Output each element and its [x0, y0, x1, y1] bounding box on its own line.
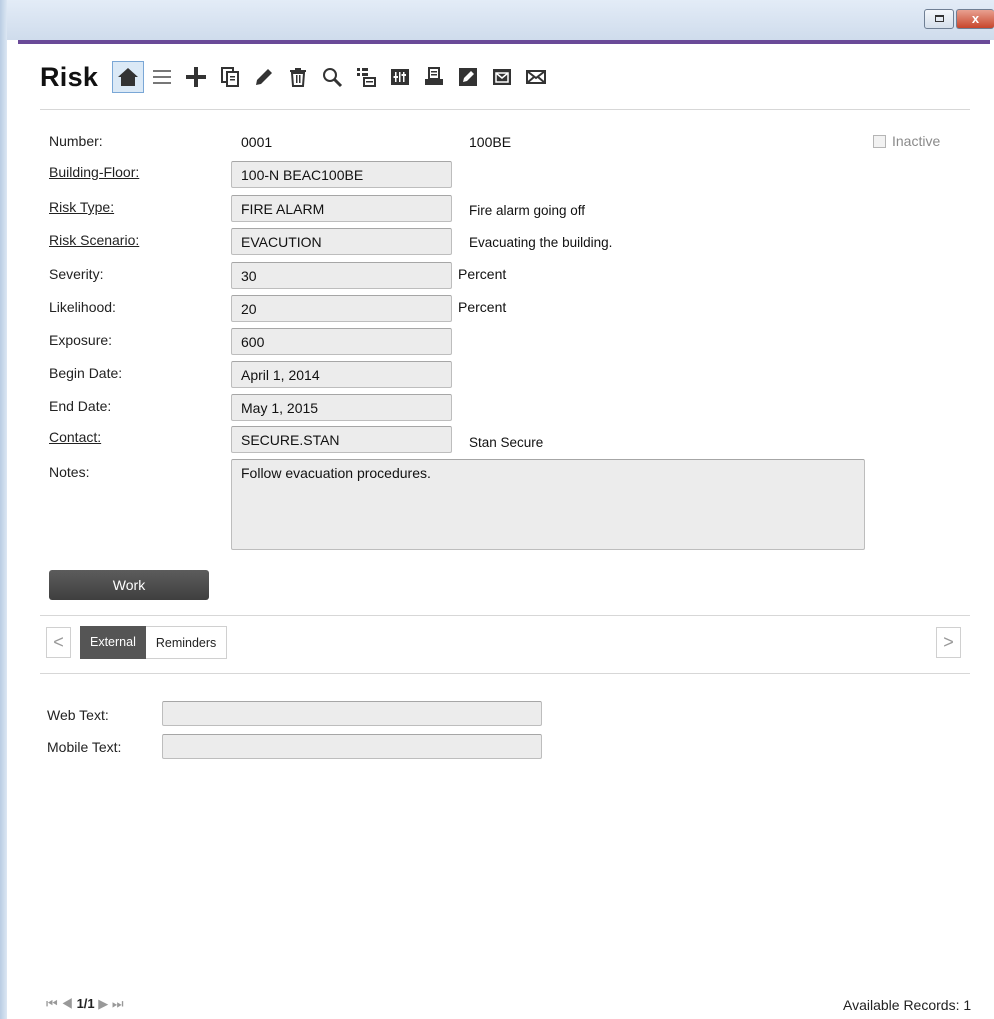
begin-date-field[interactable]: April 1, 2014	[231, 361, 452, 388]
contact-link[interactable]: Contact:	[49, 429, 101, 445]
exposure-field[interactable]: 600	[231, 328, 452, 355]
exposure-label: Exposure:	[49, 332, 113, 348]
risk-scenario-description: Evacuating the building.	[469, 235, 613, 250]
tabs-next-button[interactable]: >	[936, 627, 961, 658]
form-divider	[40, 615, 970, 616]
severity-label: Severity:	[49, 266, 104, 282]
number-value: 0001	[241, 134, 273, 150]
tab-strip: External Reminders	[80, 626, 228, 659]
filter-icon	[391, 69, 410, 85]
building-floor-field[interactable]: 100-N BEAC100BE	[231, 161, 452, 188]
prev-record-icon[interactable]: ◀	[61, 996, 73, 1011]
number-label: Number:	[49, 133, 103, 149]
risk-scenario-link[interactable]: Risk Scenario:	[49, 232, 139, 248]
window-titlebar: x	[7, 0, 994, 40]
edit-button[interactable]	[248, 61, 280, 93]
severity-field[interactable]: 30	[231, 262, 452, 289]
inactive-label: Inactive	[892, 133, 941, 149]
add-icon	[186, 67, 207, 87]
home-icon	[118, 68, 139, 86]
search-icon	[323, 68, 343, 88]
end-date-label: End Date:	[49, 398, 112, 414]
envelope-button[interactable]	[520, 61, 552, 93]
delete-button[interactable]	[282, 61, 314, 93]
tab-reminders[interactable]: Reminders	[145, 626, 228, 659]
copy-icon	[221, 67, 240, 87]
risk-scenario-field[interactable]: EVACUTION	[231, 228, 452, 255]
last-record-icon[interactable]: ⏭	[112, 996, 124, 1011]
building-floor-link[interactable]: Building-Floor:	[49, 164, 139, 180]
severity-unit: Percent	[458, 266, 507, 282]
notes-label: Notes:	[49, 464, 90, 480]
available-records: Available Records: 1	[843, 997, 972, 1013]
search-button[interactable]	[316, 61, 348, 93]
risk-type-field[interactable]: FIRE ALARM	[231, 195, 452, 222]
likelihood-label: Likelihood:	[49, 299, 116, 315]
risk-type-description: Fire alarm going off	[469, 203, 586, 218]
list-button[interactable]	[146, 61, 178, 93]
tabs-divider	[40, 673, 970, 674]
copy-button[interactable]	[214, 61, 246, 93]
end-date-field[interactable]: May 1, 2015	[231, 394, 452, 421]
mobile-text-field[interactable]	[162, 734, 542, 759]
record-navigator: ⏮ ◀ 1/1 ▶ ⏭	[46, 996, 124, 1012]
tabs-prev-button[interactable]: <	[46, 627, 71, 658]
next-record-icon[interactable]: ▶	[98, 996, 108, 1011]
web-text-label: Web Text:	[47, 707, 109, 723]
likelihood-field[interactable]: 20	[231, 295, 452, 322]
filter-button[interactable]	[384, 61, 416, 93]
add-button[interactable]	[180, 61, 212, 93]
envelope-icon	[526, 70, 547, 84]
inactive-checkbox[interactable]	[873, 135, 886, 148]
likelihood-unit: Percent	[458, 299, 507, 315]
work-button[interactable]: Work	[49, 570, 209, 600]
tab-external[interactable]: External	[80, 626, 146, 659]
list-icon	[153, 70, 172, 84]
page-title: Risk	[40, 61, 99, 92]
email-button[interactable]	[486, 61, 518, 93]
print-icon	[425, 67, 444, 85]
tree-icon	[357, 68, 377, 87]
number-extra: 100BE	[469, 134, 512, 150]
mobile-text-label: Mobile Text:	[47, 739, 122, 755]
header-divider	[40, 109, 970, 110]
web-text-field[interactable]	[162, 701, 542, 726]
record-position: 1/1	[76, 996, 95, 1011]
contact-field[interactable]: SECURE.STAN	[231, 426, 452, 453]
close-button[interactable]: x	[956, 9, 994, 29]
toolbar: Risk	[40, 52, 554, 102]
contact-name: Stan Secure	[469, 435, 544, 450]
notes-field[interactable]: Follow evacuation procedures.	[231, 459, 865, 550]
edit-icon	[256, 69, 273, 85]
window-frame-left	[0, 0, 7, 1019]
begin-date-label: Begin Date:	[49, 365, 123, 381]
note-icon	[459, 68, 478, 86]
restore-button[interactable]	[924, 9, 954, 29]
delete-icon	[290, 68, 307, 87]
email-icon	[493, 69, 512, 85]
tree-button[interactable]	[350, 61, 382, 93]
home-button[interactable]	[112, 61, 145, 93]
note-button[interactable]	[452, 61, 484, 93]
risk-type-link[interactable]: Risk Type:	[49, 199, 114, 215]
first-record-icon[interactable]: ⏮	[46, 996, 58, 1011]
print-button[interactable]	[418, 61, 450, 93]
